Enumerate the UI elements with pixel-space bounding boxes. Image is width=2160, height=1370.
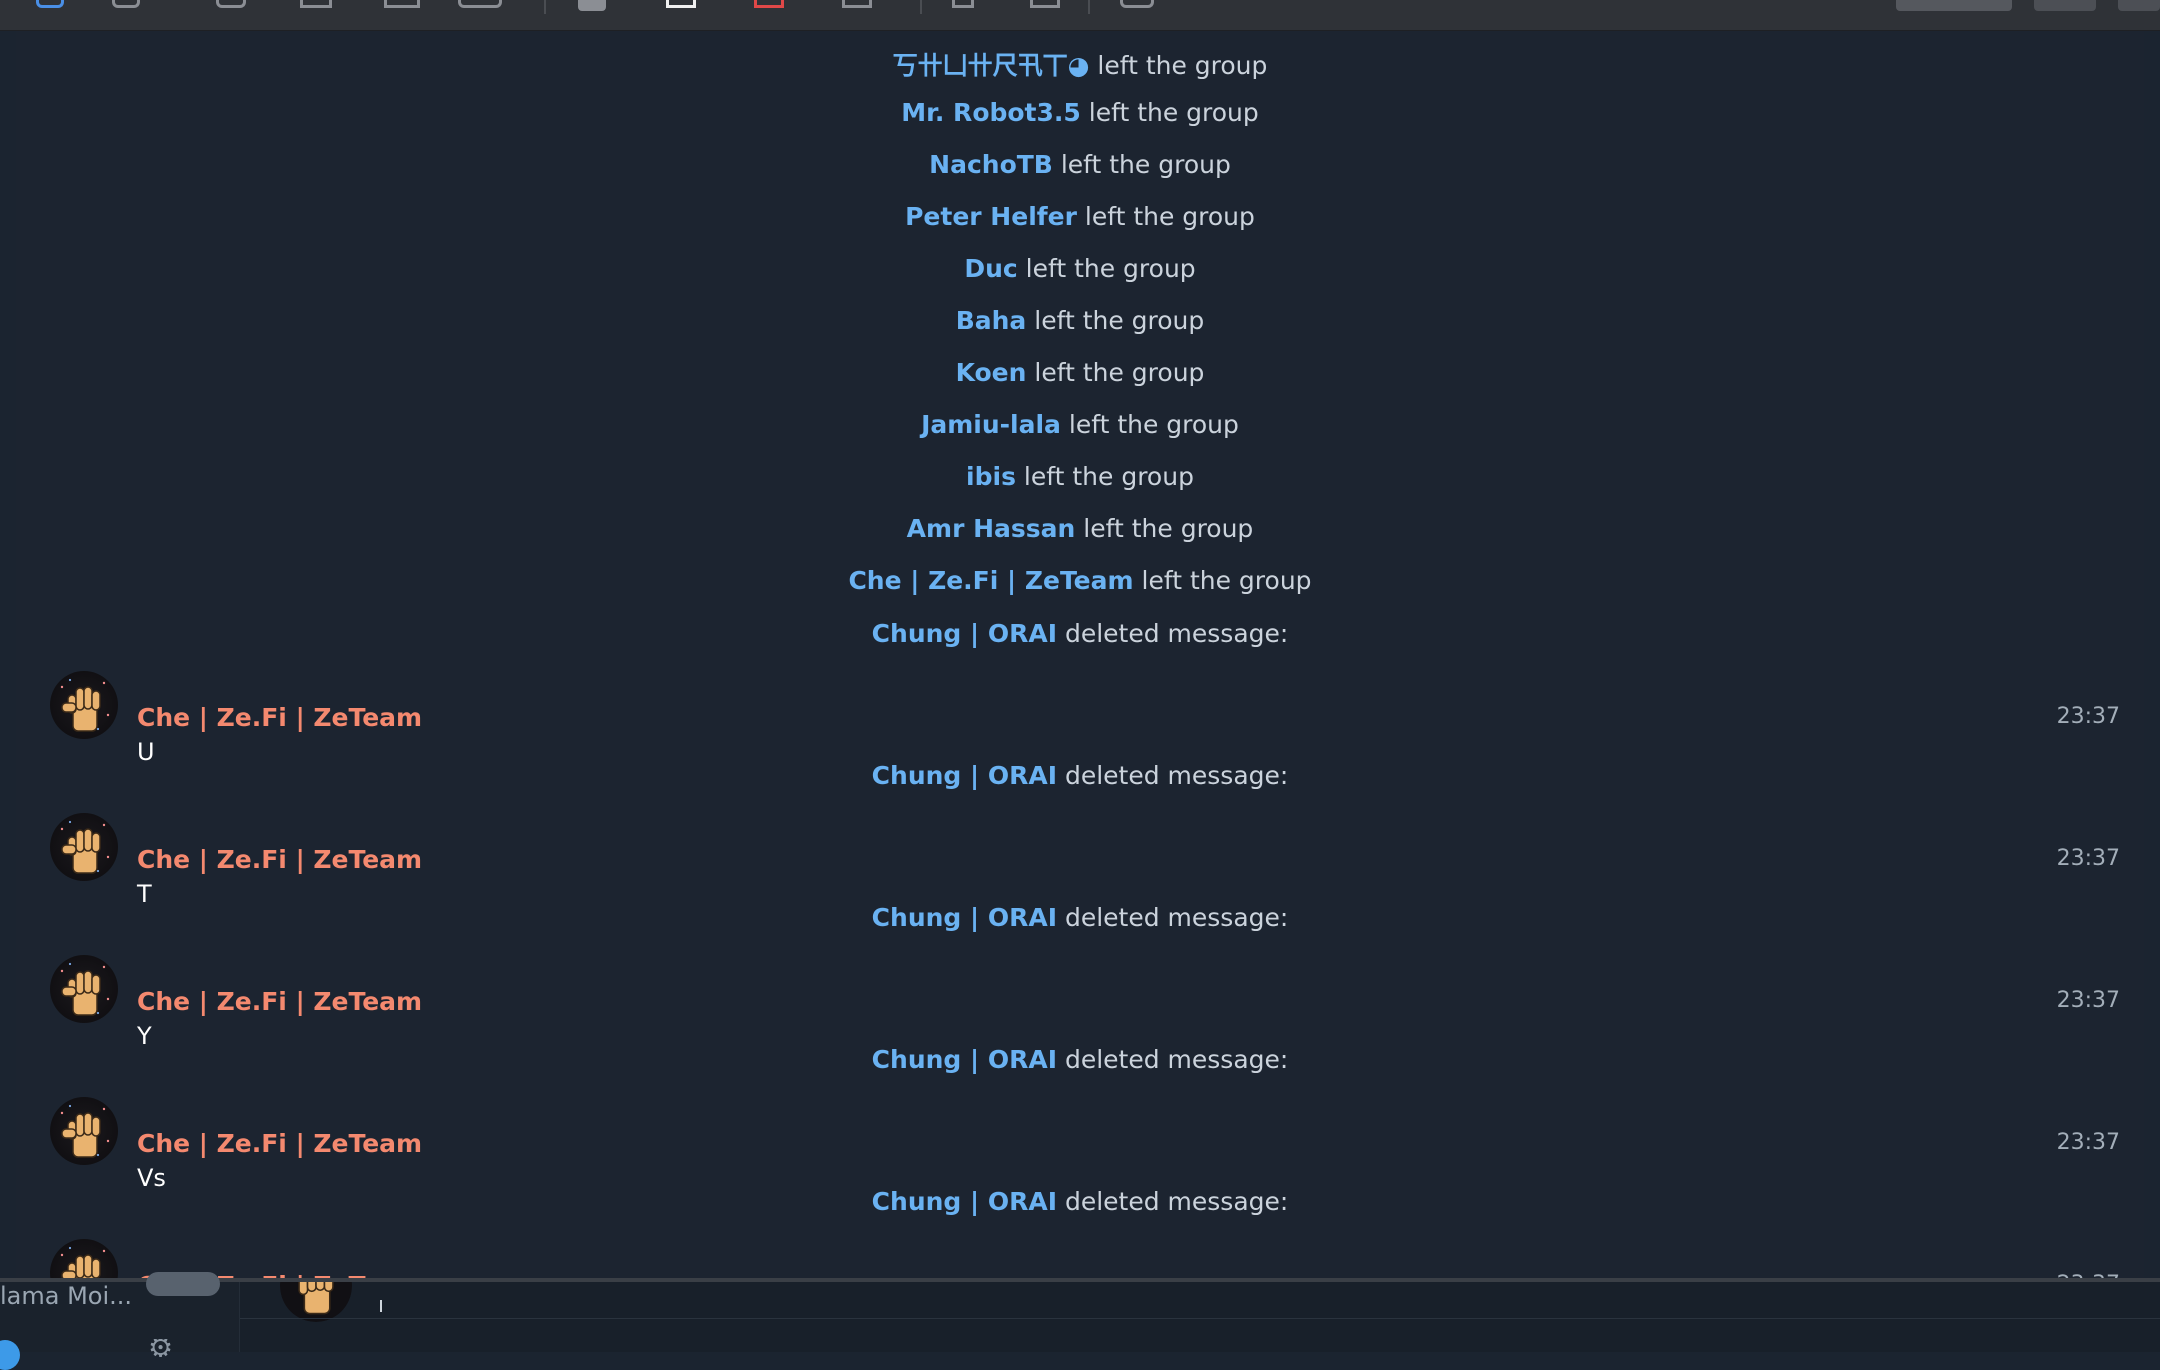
service-action: left the group (1060, 150, 1231, 179)
member-name[interactable]: NachoTB (929, 150, 1053, 179)
service-message: Koen left the group (16, 358, 2144, 387)
crop-icon[interactable] (1030, 0, 1060, 8)
service-action: left the group (1034, 306, 1205, 335)
service-message: 丂卄凵卄尺卂丅◕ left the group (16, 46, 2144, 82)
chat-history[interactable]: 丂卄凵卄尺卂丅◕ left the group Mr. Robot3.5 lef… (16, 31, 2144, 1280)
member-name[interactable]: Chung | ORAI (872, 1187, 1057, 1216)
raised-fist-icon (280, 1282, 352, 1322)
raised-fist-icon[interactable] (50, 671, 118, 739)
member-name[interactable]: Jamiu-lala (921, 410, 1061, 439)
member-name[interactable]: Duc (964, 254, 1017, 283)
service-message: Chung | ORAI deleted message: (16, 1187, 2144, 1216)
service-action: left the group (1083, 514, 1254, 543)
message-time: 23:37 (2056, 704, 2120, 729)
message-time: 23:37 (2056, 846, 2120, 871)
background-app: lama Moi... ⚙ (0, 1272, 2160, 1370)
service-action: left the group (1068, 410, 1239, 439)
raised-fist-icon[interactable] (50, 955, 118, 1023)
member-name[interactable]: Peter Helfer (905, 202, 1077, 231)
redo-icon[interactable] (112, 0, 140, 8)
service-message: Mr. Robot3.5 left the group (16, 98, 2144, 127)
message[interactable]: Che | Ze.Fi | ZeTeam 23:37 (16, 1234, 2144, 1280)
toolbar-divider (544, 0, 546, 14)
chat-list: lama Moi... ⚙ (0, 1272, 240, 1370)
rectangle-icon[interactable] (300, 0, 332, 8)
shape-icon[interactable] (216, 0, 246, 8)
service-message: Chung | ORAI deleted message: (16, 619, 2144, 648)
pen-icon[interactable] (384, 0, 420, 8)
text-caret (380, 1300, 382, 1312)
member-name[interactable]: Chung | ORAI (872, 903, 1057, 932)
chat-list-item-name[interactable]: lama Moi... (0, 1282, 132, 1310)
member-name[interactable]: Che | Ze.Fi | ZeTeam (848, 566, 1133, 595)
service-action: left the group (1141, 566, 1312, 595)
raised-fist-icon[interactable] (50, 1239, 118, 1280)
service-message: ibis left the group (16, 462, 2144, 491)
service-action: left the group (1097, 51, 1268, 80)
member-name[interactable]: Chung | ORAI (872, 619, 1057, 648)
toolbar-divider (1088, 0, 1090, 14)
sidebar-button[interactable] (2118, 0, 2160, 11)
service-action: deleted message: (1064, 619, 1289, 648)
fill-color-icon[interactable] (754, 0, 784, 8)
done-button[interactable] (1896, 0, 2012, 11)
rotate-icon[interactable] (952, 0, 974, 8)
service-message: Baha left the group (16, 306, 2144, 335)
service-action: left the group (1088, 98, 1259, 127)
service-action: deleted message: (1064, 1045, 1289, 1074)
undo-icon[interactable] (36, 0, 64, 8)
message-author[interactable]: Che | Ze.Fi | ZeTeam (137, 845, 422, 874)
service-message: Jamiu-lala left the group (16, 410, 2144, 439)
member-name[interactable]: Koen (956, 358, 1027, 387)
service-action: deleted message: (1064, 1187, 1289, 1216)
annotate-icon[interactable] (1120, 0, 1154, 8)
member-name[interactable]: Mr. Robot3.5 (901, 98, 1081, 127)
message-author[interactable]: Che | Ze.Fi | ZeTeam (137, 987, 422, 1016)
service-message: Chung | ORAI deleted message: (16, 761, 2144, 790)
signature-icon[interactable] (458, 0, 502, 8)
member-name[interactable]: Baha (956, 306, 1027, 335)
divider (240, 1318, 2160, 1319)
service-message: Chung | ORAI deleted message: (16, 903, 2144, 932)
service-action: deleted message: (1064, 761, 1289, 790)
message-author[interactable]: Che | Ze.Fi | ZeTeam (137, 1129, 422, 1158)
raised-fist-icon[interactable] (50, 813, 118, 881)
fill-icon[interactable] (578, 0, 606, 11)
text-style-icon[interactable] (842, 0, 872, 8)
message-time: 23:37 (2056, 988, 2120, 1013)
service-action: left the group (1025, 254, 1196, 283)
gear-icon[interactable]: ⚙ (148, 1339, 180, 1357)
unread-badge (146, 1272, 220, 1296)
message-author[interactable]: Che | Ze.Fi | ZeTeam (137, 703, 422, 732)
markup-toolbar (0, 0, 2160, 31)
member-name[interactable]: 丂卄凵卄尺卂丅◕ (893, 51, 1090, 80)
member-name[interactable]: Chung | ORAI (872, 1045, 1057, 1074)
service-message: Amr Hassan left the group (16, 514, 2144, 543)
member-name[interactable]: Chung | ORAI (872, 761, 1057, 790)
service-message: Chung | ORAI deleted message: (16, 1045, 2144, 1074)
raised-fist-icon[interactable] (50, 1097, 118, 1165)
member-name[interactable]: Amr Hassan (907, 514, 1076, 543)
message-time: 23:37 (2056, 1130, 2120, 1155)
service-message: Peter Helfer left the group (16, 202, 2144, 231)
service-message: Duc left the group (16, 254, 2144, 283)
service-action: left the group (1084, 202, 1255, 231)
status-dot (0, 1340, 20, 1370)
share-button[interactable] (2034, 0, 2096, 11)
toolbar-divider (920, 0, 922, 14)
border-color-icon[interactable] (666, 0, 696, 8)
service-action: deleted message: (1064, 903, 1289, 932)
member-name[interactable]: ibis (966, 462, 1016, 491)
service-action: left the group (1023, 462, 1194, 491)
service-message: NachoTB left the group (16, 150, 2144, 179)
service-action: left the group (1034, 358, 1205, 387)
service-message: Che | Ze.Fi | ZeTeam left the group (16, 566, 2144, 595)
